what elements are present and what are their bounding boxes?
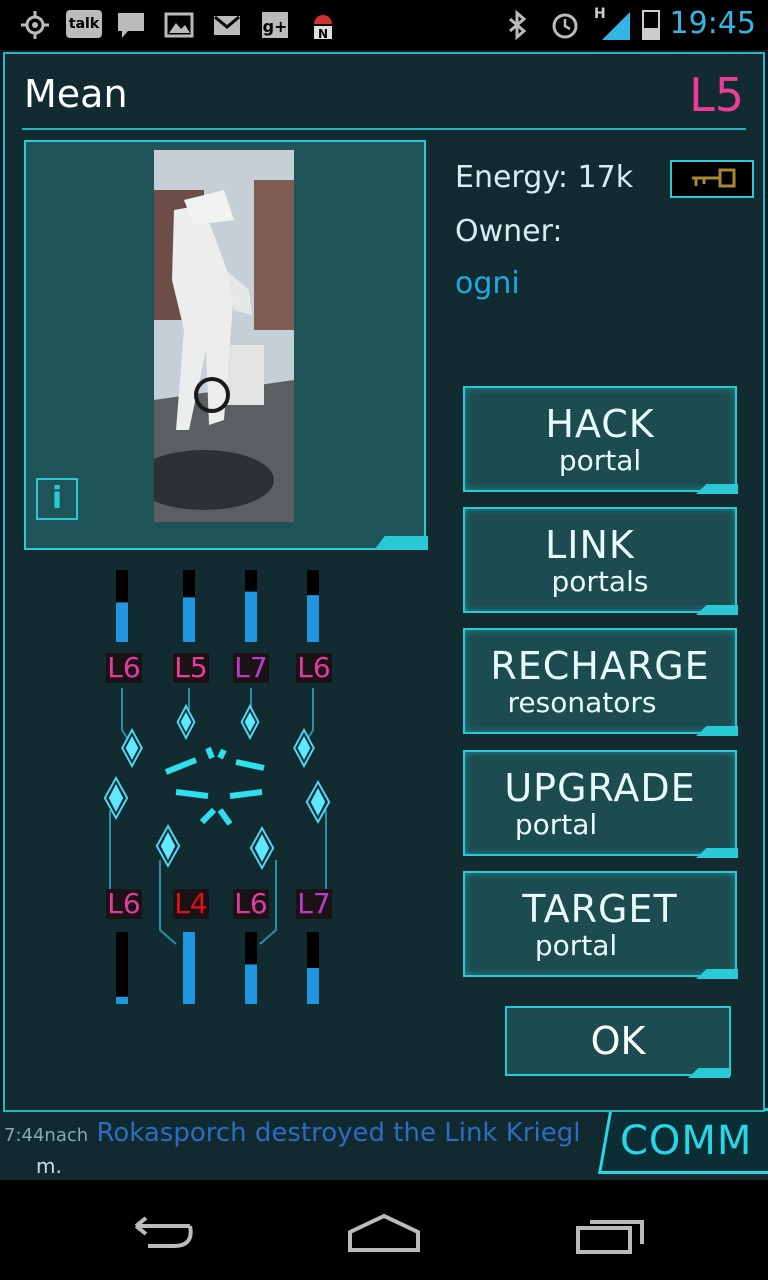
resonator-bar-fill	[307, 595, 319, 642]
owner-label: Owner:	[455, 214, 563, 249]
battery-icon	[642, 10, 660, 40]
portal-core-ray	[164, 757, 198, 775]
portal-core-ray	[205, 746, 215, 760]
resonator-level-label: L6	[106, 651, 142, 684]
svg-text:N: N	[318, 27, 328, 40]
clock: 19:45	[669, 6, 756, 41]
target-button-label: TARGET	[522, 887, 678, 931]
statue-image	[154, 150, 294, 522]
resonator-bar-fill	[116, 602, 128, 642]
bluetooth-icon	[509, 10, 527, 40]
upgrade-button-label: UPGRADE	[504, 766, 696, 810]
target-button[interactable]: TARGET portal	[463, 871, 737, 977]
portal-core-ray	[199, 807, 217, 825]
resonator-level-label: L6	[233, 887, 269, 920]
upgrade-button-sub: portal	[514, 808, 598, 841]
ticker-continuation: m.	[36, 1154, 62, 1178]
portal-title: Mean	[24, 72, 128, 116]
recharge-button-sub: resonators	[507, 686, 657, 719]
gmail-icon	[214, 15, 240, 35]
resonator-bar-fill	[183, 932, 195, 1004]
gplus-icon: g+	[262, 12, 288, 38]
recent-apps-icon[interactable]	[574, 1214, 646, 1256]
comm-label[interactable]: COMM	[620, 1118, 752, 1164]
android-n-icon: N	[314, 15, 332, 40]
recharge-button[interactable]: RECHARGE resonators	[463, 628, 737, 734]
resonator-level-label: L6	[296, 651, 332, 684]
back-icon[interactable]	[124, 1214, 196, 1254]
link-button-label: LINK	[545, 523, 635, 567]
resonator-level-label: L5	[173, 651, 209, 684]
energy-value: 17k	[577, 160, 634, 195]
ok-button[interactable]: OK	[505, 1006, 731, 1076]
info-button[interactable]: i	[36, 478, 78, 520]
portal-core-ray	[217, 808, 233, 826]
talk-icon: talk	[66, 10, 102, 38]
alarm-icon	[552, 13, 578, 39]
resonator-level-label: L6	[106, 887, 142, 920]
gallery-icon	[164, 12, 194, 38]
navigation-bar	[0, 1184, 768, 1280]
hack-button-label: HACK	[545, 402, 655, 446]
resonator-level-label: L7	[233, 651, 269, 684]
resonator-bar-fill	[307, 968, 319, 1004]
key-icon	[692, 168, 736, 188]
hack-button-sub: portal	[558, 444, 642, 477]
resonator-bar-fill	[245, 964, 257, 1004]
link-button-sub: portals	[551, 565, 649, 598]
recharge-button-label: RECHARGE	[490, 644, 710, 688]
hack-button[interactable]: HACK portal	[463, 386, 737, 492]
portal-core-ray	[235, 759, 265, 771]
portal-core-ray	[229, 789, 263, 799]
resonator-diagram	[103, 570, 331, 1004]
resonator-level-label: L4	[173, 887, 209, 920]
resonator-bar-fill	[183, 597, 195, 642]
signal-icon	[602, 12, 630, 40]
ticker-text: Rokasporch destroyed the Link Kriegl	[96, 1118, 581, 1148]
gps-icon	[21, 11, 49, 39]
resonator-bar-fill	[245, 591, 257, 642]
portal-core-ray	[217, 748, 227, 760]
svg-text:g+: g+	[263, 17, 288, 36]
resonator-bar-fill	[116, 996, 128, 1004]
status-bar: talk g+ N H 19:45	[0, 0, 768, 50]
resonator-bar-track	[116, 932, 128, 1004]
owner-name[interactable]: ogni	[455, 266, 520, 301]
resonator-level-label: L7	[296, 887, 332, 920]
portal-photo[interactable]	[154, 150, 294, 522]
ticker-message: 7:44nach Rokasporch destroyed the Link K…	[4, 1118, 580, 1148]
chat-icon	[118, 13, 144, 38]
title-divider	[22, 128, 746, 130]
ticker-time: 7:44nach	[4, 1125, 89, 1146]
link-button[interactable]: LINK portals	[463, 507, 737, 613]
energy-row: Energy: 17k	[455, 160, 633, 195]
portal-level: L5	[689, 68, 744, 122]
portal-core-ray	[175, 789, 209, 799]
target-button-sub: portal	[534, 929, 618, 962]
key-button[interactable]	[670, 160, 754, 198]
energy-label: Energy:	[455, 160, 568, 195]
home-icon[interactable]	[344, 1212, 424, 1254]
upgrade-button[interactable]: UPGRADE portal	[463, 750, 737, 856]
